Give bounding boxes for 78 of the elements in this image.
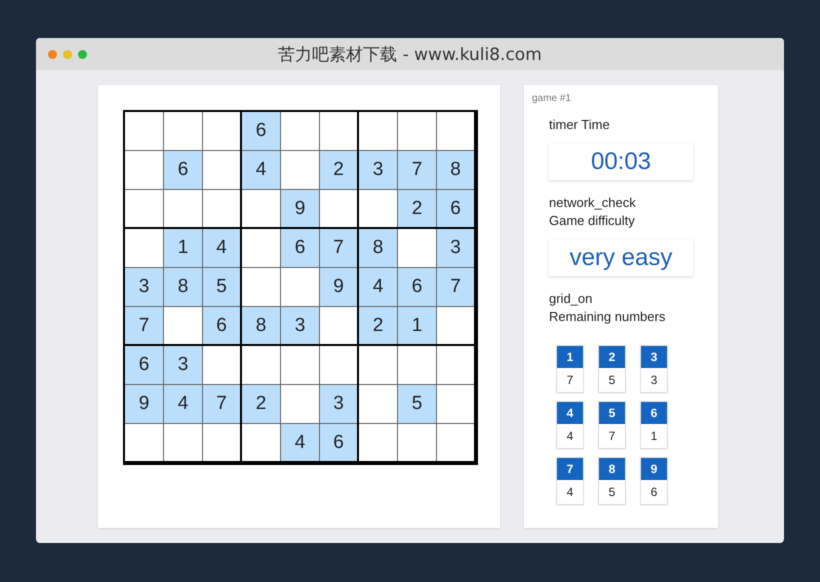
number-tile[interactable]: 3 3	[641, 346, 667, 392]
tile-count: 4	[557, 480, 583, 504]
sudoku-cell[interactable]: 7	[398, 151, 436, 189]
number-tile[interactable]: 5 7	[599, 402, 625, 448]
maximize-icon[interactable]	[78, 50, 87, 58]
sudoku-cell[interactable]: 5	[398, 385, 436, 423]
tile-number: 5	[599, 402, 625, 424]
sudoku-cell[interactable]: 2	[320, 151, 357, 189]
remaining-label: Remaining numbers	[549, 308, 666, 326]
game-label: game #1	[531, 93, 572, 104]
sudoku-cell[interactable]: 3	[437, 229, 474, 267]
number-tile[interactable]: 9 6	[641, 458, 667, 504]
tile-number: 8	[599, 458, 625, 480]
timer-label: timer Time	[549, 116, 611, 134]
sudoku-cell[interactable]: 7	[125, 307, 163, 344]
tile-count: 5	[599, 480, 625, 504]
sudoku-cell[interactable]: 6	[203, 307, 240, 344]
sudoku-cell[interactable]: 2	[242, 385, 280, 423]
timer-display: 00:03	[549, 144, 693, 180]
remaining-label: grid_on	[549, 290, 594, 308]
difficulty-label: network_check	[549, 194, 637, 212]
tile-number: 7	[557, 458, 583, 480]
sudoku-cell[interactable]: 1	[398, 307, 436, 344]
tile-count: 5	[599, 368, 625, 392]
number-tile[interactable]: 4 4	[557, 402, 583, 448]
sudoku-cell[interactable]: 2	[398, 190, 436, 227]
sudoku-cell[interactable]: 4	[242, 151, 280, 189]
difficulty-display: very easy	[549, 240, 693, 276]
tile-number: 3	[641, 346, 667, 368]
sudoku-cell[interactable]: 6	[242, 112, 280, 150]
number-tile[interactable]: 1 7	[557, 346, 583, 392]
sudoku-cell[interactable]: 8	[164, 268, 202, 306]
sudoku-cell[interactable]: 6	[437, 190, 474, 227]
difficulty-label: Game difficulty	[549, 212, 636, 230]
sudoku-cell[interactable]: 6	[398, 268, 436, 306]
sudoku-cell[interactable]: 6	[125, 346, 163, 384]
close-icon[interactable]	[48, 50, 57, 58]
sudoku-cell[interactable]: 3	[281, 307, 319, 344]
sudoku-cell[interactable]: 9	[281, 190, 319, 227]
sudoku-cell[interactable]: 4	[281, 424, 319, 461]
sudoku-cell[interactable]: 9	[320, 268, 357, 306]
sudoku-cell[interactable]: 5	[203, 268, 240, 306]
minimize-icon[interactable]	[63, 50, 72, 58]
sudoku-cell[interactable]: 3	[164, 346, 202, 384]
number-tile[interactable]: 2 5	[599, 346, 625, 392]
sudoku-cell[interactable]: 4	[164, 385, 202, 423]
sudoku-cell[interactable]: 4	[203, 229, 240, 267]
sudoku-cell[interactable]: 6	[164, 151, 202, 189]
tile-number: 2	[599, 346, 625, 368]
sudoku-cell[interactable]: 7	[437, 268, 474, 306]
sudoku-cell[interactable]: 2	[359, 307, 397, 344]
sudoku-cell[interactable]: 6	[281, 229, 319, 267]
sudoku-cell[interactable]: 3	[320, 385, 357, 423]
window-title: 苦力吧素材下载 - www.kuli8.com	[278, 44, 542, 66]
sudoku-cell[interactable]: 4	[359, 268, 397, 306]
tile-number: 6	[641, 402, 667, 424]
sudoku-cell[interactable]: 8	[359, 229, 397, 267]
sudoku-cell[interactable]: 8	[437, 151, 474, 189]
tile-count: 1	[641, 424, 667, 448]
sudoku-cell[interactable]: 3	[125, 268, 163, 306]
number-tile[interactable]: 8 5	[599, 458, 625, 504]
tile-count: 6	[641, 480, 667, 504]
sudoku-cell[interactable]: 3	[359, 151, 397, 189]
sudoku-cell[interactable]: 8	[242, 307, 280, 344]
sudoku-cell[interactable]: 9	[125, 385, 163, 423]
number-tile[interactable]: 7 4	[557, 458, 583, 504]
number-tile[interactable]: 6 1	[641, 402, 667, 448]
tile-number: 1	[557, 346, 583, 368]
sudoku-cell[interactable]: 1	[164, 229, 202, 267]
sudoku-cell[interactable]: 7	[320, 229, 357, 267]
tile-number: 9	[641, 458, 667, 480]
tile-count: 7	[557, 368, 583, 392]
tile-count: 7	[599, 424, 625, 448]
tile-count: 4	[557, 424, 583, 448]
tile-count: 3	[641, 368, 667, 392]
sudoku-cell[interactable]: 6	[320, 424, 357, 461]
tile-number: 4	[557, 402, 583, 424]
sudoku-cell[interactable]: 7	[203, 385, 240, 423]
